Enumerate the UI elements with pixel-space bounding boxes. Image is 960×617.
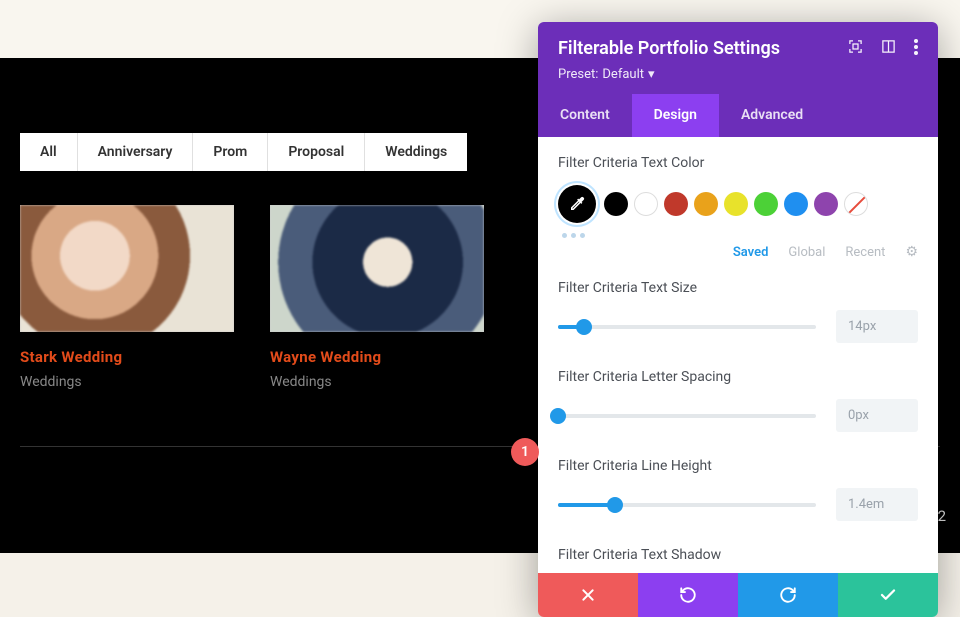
tab-advanced[interactable]: Advanced [719, 94, 825, 137]
label-text-shadow: Filter Criteria Text Shadow [558, 547, 918, 563]
portfolio-category[interactable]: Weddings [270, 374, 484, 390]
color-swatch[interactable] [814, 192, 838, 216]
color-swatch[interactable] [664, 192, 688, 216]
slider-text-size[interactable] [558, 325, 816, 329]
label-line-height: Filter Criteria Line Height [558, 458, 918, 474]
preset-label: Preset: [558, 67, 598, 82]
undo-button[interactable] [638, 573, 738, 617]
panel-header[interactable]: Filterable Portfolio Settings Preset: De… [538, 22, 938, 94]
value-line-height[interactable]: 1.4em [836, 488, 918, 521]
chevron-down-icon: ▾ [648, 67, 655, 82]
columns-icon[interactable] [881, 39, 896, 58]
palette-global[interactable]: Global [788, 245, 825, 260]
menu-icon[interactable] [914, 39, 918, 59]
color-swatches [558, 185, 918, 223]
color-swatch-none[interactable] [844, 192, 868, 216]
slider-thumb[interactable] [550, 408, 566, 424]
panel-title: Filterable Portfolio Settings [558, 38, 780, 59]
panel-footer [538, 573, 938, 617]
portfolio-thumbnail[interactable] [270, 205, 484, 332]
filter-tab-all[interactable]: All [20, 133, 78, 171]
color-swatch[interactable] [604, 192, 628, 216]
slider-letter-spacing[interactable] [558, 414, 816, 418]
more-dots-icon[interactable] [562, 233, 918, 238]
settings-panel: Filterable Portfolio Settings Preset: De… [538, 22, 938, 617]
preset-value: Default [602, 67, 644, 82]
portfolio-thumbnail[interactable] [20, 205, 234, 332]
color-swatch[interactable] [784, 192, 808, 216]
save-button[interactable] [838, 573, 938, 617]
label-letter-spacing: Filter Criteria Letter Spacing [558, 369, 918, 385]
filter-tab-prom[interactable]: Prom [193, 133, 268, 171]
value-text-size[interactable]: 14px [836, 310, 918, 343]
filter-tab-weddings[interactable]: Weddings [365, 133, 467, 171]
color-swatch[interactable] [694, 192, 718, 216]
portfolio-item[interactable]: Wayne Wedding Weddings [270, 205, 484, 390]
expand-icon[interactable] [848, 39, 863, 58]
value-letter-spacing[interactable]: 0px [836, 399, 918, 432]
gear-icon[interactable]: ⚙ [905, 244, 918, 260]
panel-tabs: Content Design Advanced [538, 94, 938, 137]
color-swatch[interactable] [724, 192, 748, 216]
palette-recent[interactable]: Recent [845, 245, 885, 260]
filter-tab-proposal[interactable]: Proposal [268, 133, 365, 171]
tab-content[interactable]: Content [538, 94, 632, 137]
portfolio-title[interactable]: Stark Wedding [20, 348, 234, 366]
slider-thumb[interactable] [576, 319, 592, 335]
color-swatch[interactable] [634, 192, 658, 216]
slider-line-height[interactable] [558, 503, 816, 507]
label-text-size: Filter Criteria Text Size [558, 280, 918, 296]
slider-thumb[interactable] [607, 497, 623, 513]
palette-saved[interactable]: Saved [733, 245, 769, 260]
cancel-button[interactable] [538, 573, 638, 617]
filter-tab-anniversary[interactable]: Anniversary [78, 133, 194, 171]
annotation-badge: 1 [511, 438, 539, 466]
label-text-color: Filter Criteria Text Color [558, 155, 918, 171]
pagination-current[interactable]: 2 [938, 507, 946, 525]
redo-button[interactable] [738, 573, 838, 617]
color-swatch[interactable] [754, 192, 778, 216]
preset-selector[interactable]: Preset: Default ▾ [558, 67, 918, 82]
portfolio-category[interactable]: Weddings [20, 374, 234, 390]
portfolio-item[interactable]: Stark Wedding Weddings [20, 205, 234, 390]
tab-design[interactable]: Design [632, 94, 719, 137]
eyedropper-swatch[interactable] [558, 185, 596, 223]
portfolio-title[interactable]: Wayne Wedding [270, 348, 484, 366]
